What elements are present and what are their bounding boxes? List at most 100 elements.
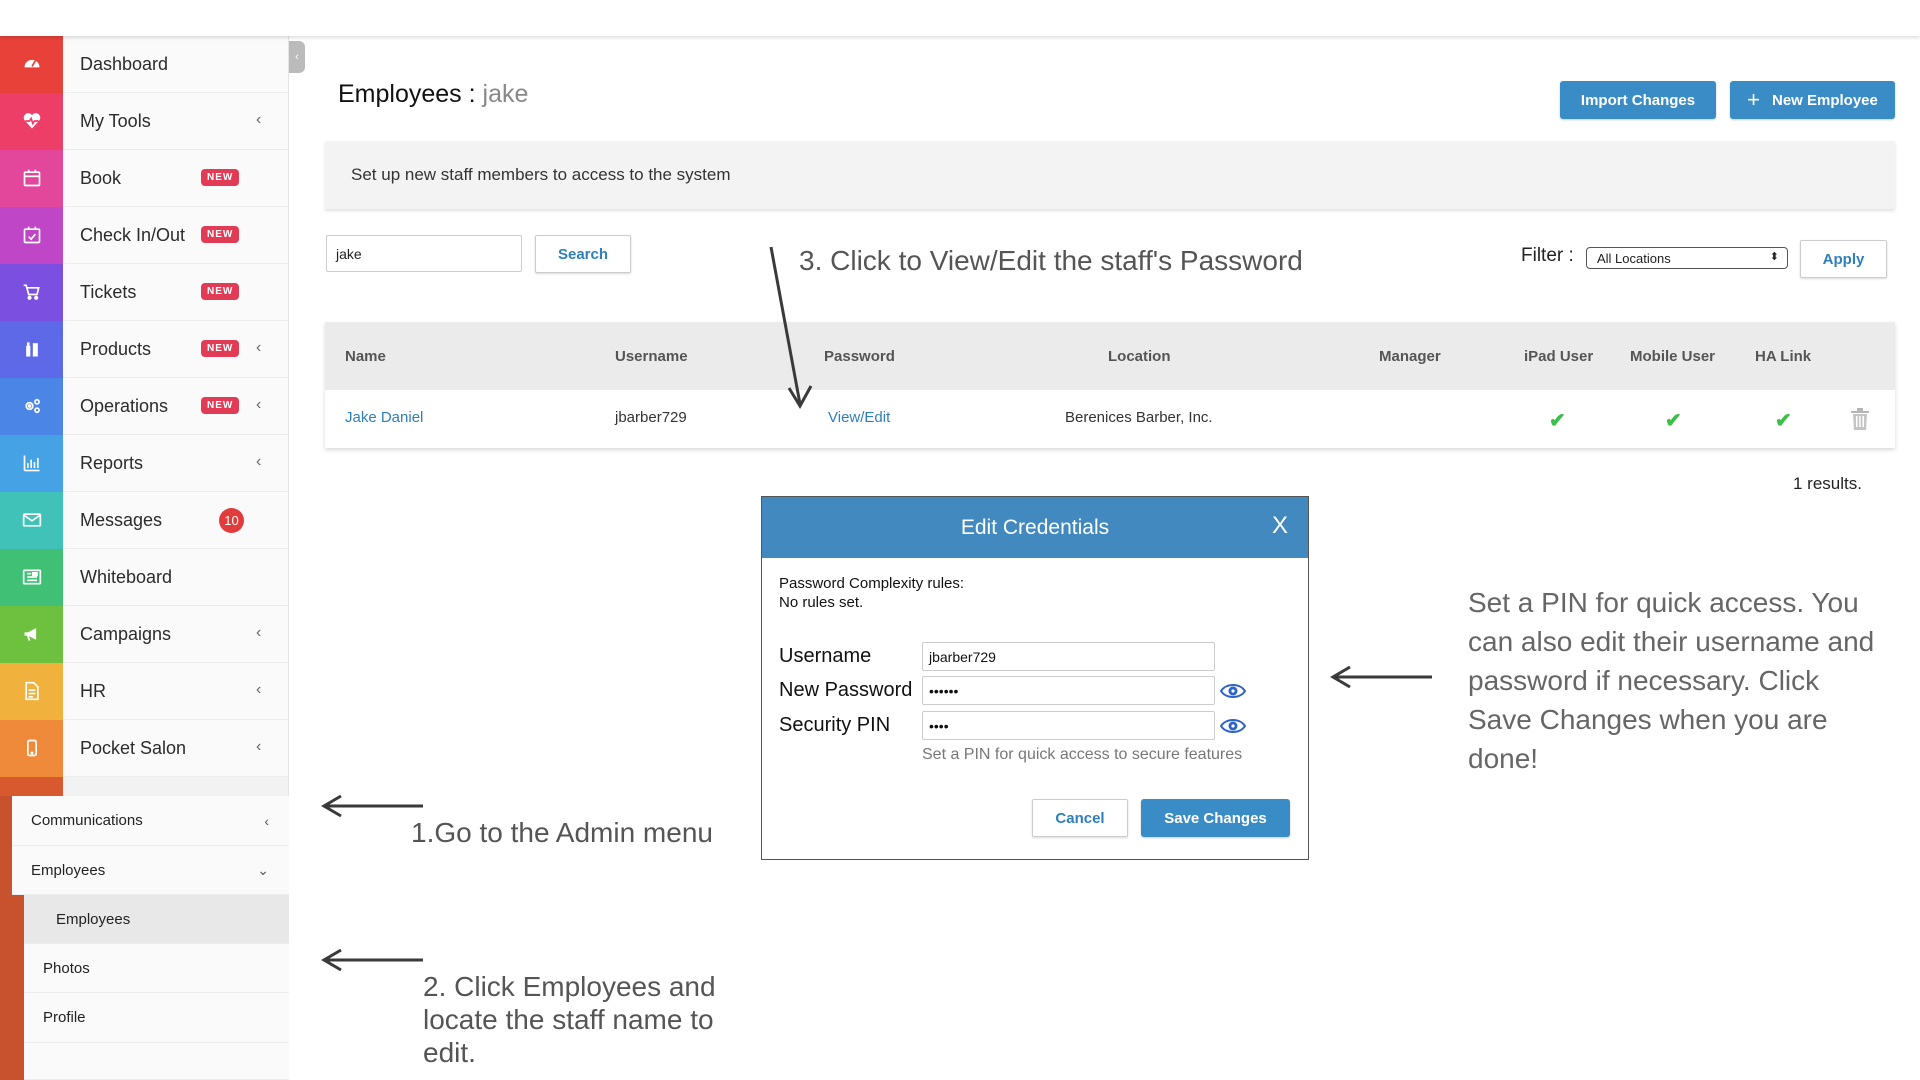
sidebar-item-pocket-salon[interactable]: Pocket Salon ‹	[0, 719, 288, 777]
sidebar-item-reports[interactable]: Reports ‹	[0, 434, 288, 492]
sidebar-item-label: Dashboard	[80, 53, 169, 74]
security-pin-field[interactable]: ••••	[922, 711, 1215, 740]
info-text: Set up new staff members to access to th…	[351, 165, 731, 184]
chevron-left-icon: ‹	[256, 396, 262, 413]
sidebar-item-dashboard[interactable]: Dashboard	[0, 35, 288, 93]
new-badge: NEW	[201, 226, 240, 243]
annotation-step3: 3. Click to View/Edit the staff's Passwo…	[799, 245, 1303, 276]
envelope-icon	[0, 491, 63, 549]
sidebar-item-my-tools[interactable]: My Tools ‹	[0, 92, 288, 150]
bar-chart-icon	[0, 434, 63, 492]
apply-button[interactable]: Apply	[1800, 240, 1887, 278]
sidebar-item-communications[interactable]: Communications ‹	[12, 796, 289, 846]
username-field-value: jbarber729	[929, 648, 996, 665]
collapse-chevron-icon: ‹	[295, 51, 299, 63]
new-password-field-value: ••••••	[929, 682, 959, 699]
sidebar-item-profile[interactable]: Profile	[24, 993, 289, 1043]
chevron-left-icon: ‹	[256, 111, 262, 128]
new-employee-button[interactable]: + New Employee	[1730, 81, 1895, 119]
sidebar-item-products[interactable]: Products NEW ‹	[0, 320, 288, 378]
search-button[interactable]: Search	[535, 235, 631, 273]
sidebar-item-employees-active[interactable]: Employees	[24, 895, 289, 944]
import-changes-button[interactable]: Import Changes	[1560, 81, 1716, 119]
search-button-label: Search	[557, 245, 609, 263]
sidebar-item-label: Campaigns	[80, 623, 172, 644]
search-input-value: jake	[336, 245, 362, 262]
new-badge: NEW	[201, 283, 240, 300]
chevron-left-icon: ‹	[264, 812, 269, 829]
chevron-left-icon: ‹	[256, 339, 262, 356]
sidebar-item-campaigns[interactable]: Campaigns ‹	[0, 605, 288, 663]
sidebar-item-book[interactable]: Book NEW	[0, 149, 288, 207]
sidebar-item-operations[interactable]: Operations NEW ‹	[0, 377, 288, 435]
col-location: Location	[1108, 348, 1171, 365]
results-count: 1 results.	[1793, 474, 1862, 493]
location-filter-select[interactable]: All Locations ⬍	[1586, 247, 1788, 269]
password-view-edit-link[interactable]: View/Edit	[828, 409, 890, 426]
calendar-check-icon	[0, 206, 63, 264]
col-username: Username	[615, 348, 688, 365]
mobile-icon	[0, 719, 63, 777]
select-arrows-icon: ⬍	[1769, 251, 1779, 263]
top-bar	[0, 0, 1920, 36]
sidebar-item-label: Whiteboard	[80, 566, 173, 587]
sidebar-item-photos[interactable]: Photos	[24, 944, 289, 993]
employees-child-label: Employees	[56, 910, 131, 928]
col-ha-link: HA Link	[1755, 348, 1812, 365]
info-banner: Set up new staff members to access to th…	[325, 141, 1895, 209]
new-password-field[interactable]: ••••••	[922, 676, 1215, 705]
ha-link-check-icon: ✔	[1775, 410, 1792, 432]
sidebar-collapse-toggle[interactable]: ‹	[289, 41, 305, 73]
trash-icon[interactable]	[1850, 408, 1870, 435]
sidebar-item-employees[interactable]: Employees ⌄	[12, 846, 289, 895]
employee-location: Berenices Barber, Inc.	[1065, 409, 1213, 426]
new-badge: NEW	[201, 169, 240, 186]
username-label: Username	[779, 645, 872, 667]
col-name: Name	[345, 348, 386, 365]
bottles-icon	[0, 320, 63, 378]
sidebar-item-label: Pocket Salon	[80, 737, 187, 758]
sidebar-item-check-in-out[interactable]: Check In/Out NEW	[0, 206, 288, 264]
show-password-eye-icon[interactable]	[1220, 682, 1246, 700]
chevron-left-icon: ‹	[256, 738, 262, 755]
cancel-button[interactable]: Cancel	[1032, 799, 1128, 837]
table-header: Name Username Password Location Manager …	[325, 322, 1895, 390]
save-changes-label: Save Changes	[1164, 809, 1267, 827]
sidebar-item-hr[interactable]: HR ‹	[0, 662, 288, 720]
close-icon[interactable]: X	[1272, 512, 1288, 540]
filter-label: Filter :	[1521, 245, 1574, 266]
save-changes-button[interactable]: Save Changes	[1141, 799, 1290, 837]
communications-label: Communications	[31, 812, 143, 829]
annotation-step2: 2. Click Employees and locate the staff …	[423, 971, 716, 1068]
megaphone-icon	[0, 605, 63, 663]
sidebar-item-label: Reports	[80, 452, 144, 473]
employee-name-link[interactable]: Jake Daniel	[345, 409, 423, 426]
arrow-pin-note	[1330, 665, 1432, 689]
sidebar-item-label: My Tools	[80, 110, 151, 131]
show-pin-eye-icon[interactable]	[1220, 717, 1246, 735]
page-title-sub: jake	[482, 80, 529, 108]
sidebar-item-messages[interactable]: Messages 10	[0, 491, 288, 549]
newspaper-icon	[0, 548, 63, 606]
sidebar-item-label: Book	[80, 167, 122, 188]
plus-icon: +	[1747, 87, 1760, 112]
employees-table: Name Username Password Location Manager …	[325, 322, 1895, 448]
new-employee-label: New Employee	[1771, 91, 1878, 109]
unread-count-badge: 10	[219, 508, 244, 533]
sidebar-item-whiteboard[interactable]: Whiteboard	[0, 548, 288, 606]
cart-icon	[0, 263, 63, 321]
mobile-user-check-icon: ✔	[1665, 410, 1682, 432]
search-input[interactable]: jake	[326, 235, 522, 272]
page-title-main: Employees :	[338, 80, 476, 108]
annotation-step1: 1.Go to the Admin menu	[411, 817, 713, 848]
col-mobile-user: Mobile User	[1630, 348, 1716, 365]
import-changes-label: Import Changes	[1580, 91, 1696, 109]
document-icon	[0, 662, 63, 720]
col-ipad-user: iPad User	[1524, 348, 1594, 365]
sidebar-item-label: Check In/Out	[80, 224, 186, 245]
arrow-step2	[321, 948, 423, 972]
sidebar-item-tickets[interactable]: Tickets NEW	[0, 263, 288, 321]
username-field[interactable]: jbarber729	[922, 642, 1215, 671]
chevron-left-icon: ‹	[256, 624, 262, 641]
modal-header: Edit Credentials X	[762, 497, 1308, 558]
